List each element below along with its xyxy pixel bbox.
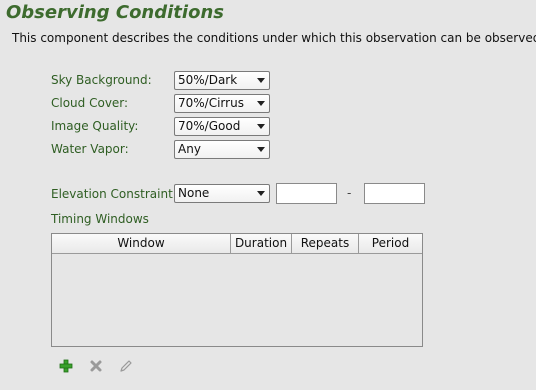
chevron-down-icon — [257, 78, 265, 83]
image-quality-label: Image Quality: — [51, 119, 139, 133]
column-header-repeats[interactable]: Repeats — [292, 234, 359, 253]
cloud-cover-select[interactable]: 70%/Cirrus — [174, 94, 270, 113]
table-header: Window Duration Repeats Period — [52, 234, 422, 254]
elevation-constraint-value: None — [178, 186, 210, 200]
chevron-down-icon — [257, 191, 265, 196]
chevron-down-icon — [257, 147, 265, 152]
chevron-down-icon — [257, 124, 265, 129]
timing-windows-table[interactable]: Window Duration Repeats Period — [51, 233, 423, 347]
edit-timing-window-button[interactable] — [118, 358, 134, 374]
elevation-constraint-select[interactable]: None — [174, 184, 270, 203]
pencil-icon — [120, 360, 132, 372]
water-vapor-value: Any — [178, 142, 201, 156]
page-description: This component describes the conditions … — [12, 31, 536, 45]
image-quality-select[interactable]: 70%/Good — [174, 117, 270, 136]
image-quality-value: 70%/Good — [178, 119, 241, 133]
sky-background-value: 50%/Dark — [178, 73, 238, 87]
plus-icon — [59, 359, 73, 373]
remove-timing-window-button[interactable] — [88, 358, 104, 374]
cloud-cover-label: Cloud Cover: — [51, 96, 129, 110]
cloud-cover-value: 70%/Cirrus — [178, 96, 244, 110]
chevron-down-icon — [257, 101, 265, 106]
sky-background-select[interactable]: 50%/Dark — [174, 71, 270, 90]
add-timing-window-button[interactable] — [58, 358, 74, 374]
water-vapor-label: Water Vapor: — [51, 142, 129, 156]
elevation-min-input[interactable] — [276, 183, 337, 204]
table-body[interactable] — [52, 254, 422, 346]
water-vapor-select[interactable]: Any — [174, 140, 270, 159]
elevation-constraint-label: Elevation Constraint: — [51, 187, 177, 201]
page-title: Observing Conditions — [6, 2, 224, 23]
elevation-range-separator: - — [347, 186, 352, 200]
x-icon — [90, 360, 102, 372]
column-header-period[interactable]: Period — [359, 234, 422, 253]
timing-windows-label: Timing Windows — [51, 212, 149, 226]
column-header-window[interactable]: Window — [52, 234, 231, 253]
column-header-duration[interactable]: Duration — [231, 234, 292, 253]
elevation-max-input[interactable] — [364, 183, 425, 204]
sky-background-label: Sky Background: — [51, 73, 152, 87]
